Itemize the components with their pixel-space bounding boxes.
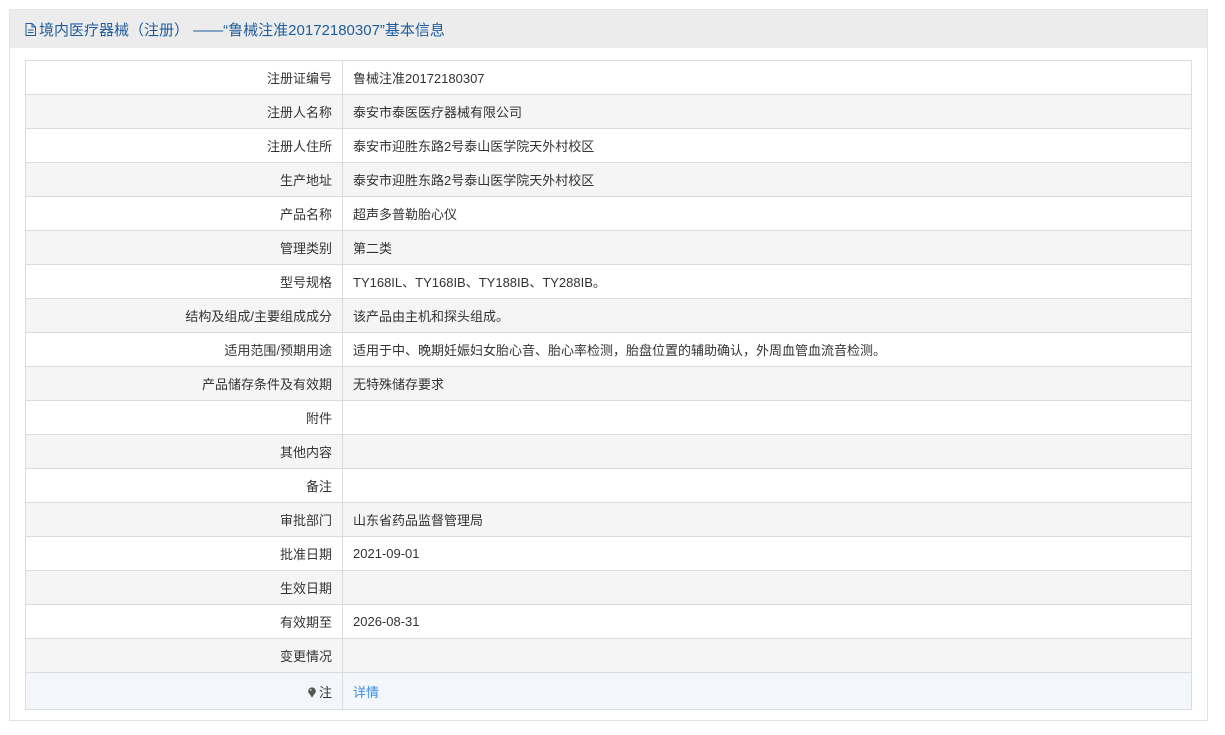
page-title: 境内医疗器械（注册） ——“鲁械注准20172180307”基本信息 <box>39 21 445 39</box>
table-row: 管理类别 第二类 <box>25 230 1192 265</box>
table-row: 附件 <box>25 400 1192 435</box>
row-label: 管理类别 <box>25 230 343 265</box>
row-label: 结构及组成/主要组成成分 <box>25 298 343 333</box>
row-value: 泰安市泰医医疗器械有限公司 <box>342 94 1192 129</box>
row-value: 泰安市迎胜东路2号泰山医学院天外村校区 <box>342 128 1192 163</box>
table-row: 生效日期 <box>25 570 1192 605</box>
panel-header: 境内医疗器械（注册） ——“鲁械注准20172180307”基本信息 <box>10 10 1207 48</box>
pin-icon <box>307 686 317 698</box>
row-label: 产品名称 <box>25 196 343 231</box>
row-label: 其他内容 <box>25 434 343 469</box>
note-row: 注 详情 <box>25 672 1192 710</box>
row-label: 备注 <box>25 468 343 503</box>
table-row: 产品储存条件及有效期 无特殊储存要求 <box>25 366 1192 401</box>
table-row: 注册人住所 泰安市迎胜东路2号泰山医学院天外村校区 <box>25 128 1192 163</box>
table-row: 生产地址 泰安市迎胜东路2号泰山医学院天外村校区 <box>25 162 1192 197</box>
table-row: 注册证编号 鲁械注准20172180307 <box>25 60 1192 95</box>
note-label: 注 <box>318 684 332 700</box>
row-value: TY168IL、TY168IB、TY188IB、TY288IB。 <box>342 264 1192 299</box>
row-label: 变更情况 <box>25 638 343 673</box>
row-label: 产品储存条件及有效期 <box>25 366 343 401</box>
row-value: 泰安市迎胜东路2号泰山医学院天外村校区 <box>342 162 1192 197</box>
table-row: 其他内容 <box>25 434 1192 469</box>
row-value: 适用于中、晚期妊娠妇女胎心音、胎心率检测，胎盘位置的辅助确认，外周血管血流音检测… <box>342 332 1192 367</box>
row-value <box>342 638 1192 673</box>
row-label: 注册人住所 <box>25 128 343 163</box>
table-row: 审批部门 山东省药品监督管理局 <box>25 502 1192 537</box>
table-row: 备注 <box>25 468 1192 503</box>
table-row: 适用范围/预期用途 适用于中、晚期妊娠妇女胎心音、胎心率检测，胎盘位置的辅助确认… <box>25 332 1192 367</box>
table-row: 注册人名称 泰安市泰医医疗器械有限公司 <box>25 94 1192 129</box>
row-value: 2026-08-31 <box>342 604 1192 639</box>
row-value: 第二类 <box>342 230 1192 265</box>
row-value <box>342 468 1192 503</box>
row-label: 注册证编号 <box>25 60 343 95</box>
row-label: 适用范围/预期用途 <box>25 332 343 367</box>
details-link[interactable]: 详情 <box>353 685 379 700</box>
row-value: 无特殊储存要求 <box>342 366 1192 401</box>
row-value <box>342 570 1192 605</box>
table-row: 结构及组成/主要组成成分 该产品由主机和探头组成。 <box>25 298 1192 333</box>
row-value <box>342 400 1192 435</box>
row-value: 鲁械注准20172180307 <box>342 60 1192 95</box>
table-row: 产品名称 超声多普勒胎心仪 <box>25 196 1192 231</box>
row-value <box>342 434 1192 469</box>
row-value: 该产品由主机和探头组成。 <box>342 298 1192 333</box>
row-label: 审批部门 <box>25 502 343 537</box>
row-label: 批准日期 <box>25 536 343 571</box>
row-label: 注册人名称 <box>25 94 343 129</box>
info-table: 注册证编号 鲁械注准20172180307 注册人名称 泰安市泰医医疗器械有限公… <box>25 60 1192 710</box>
row-value: 2021-09-01 <box>342 536 1192 571</box>
row-label: 生产地址 <box>25 162 343 197</box>
row-value: 山东省药品监督管理局 <box>342 502 1192 537</box>
note-value-cell: 详情 <box>342 672 1192 710</box>
note-label-cell: 注 <box>25 672 343 710</box>
table-row: 有效期至 2026-08-31 <box>25 604 1192 639</box>
table-row: 型号规格 TY168IL、TY168IB、TY188IB、TY288IB。 <box>25 264 1192 299</box>
info-panel: 境内医疗器械（注册） ——“鲁械注准20172180307”基本信息 注册证编号… <box>9 9 1208 721</box>
row-label: 型号规格 <box>25 264 343 299</box>
table-row: 变更情况 <box>25 638 1192 673</box>
row-label: 有效期至 <box>25 604 343 639</box>
row-label: 附件 <box>25 400 343 435</box>
row-value: 超声多普勒胎心仪 <box>342 196 1192 231</box>
row-label: 生效日期 <box>25 570 343 605</box>
table-row: 批准日期 2021-09-01 <box>25 536 1192 571</box>
document-icon <box>25 22 36 36</box>
